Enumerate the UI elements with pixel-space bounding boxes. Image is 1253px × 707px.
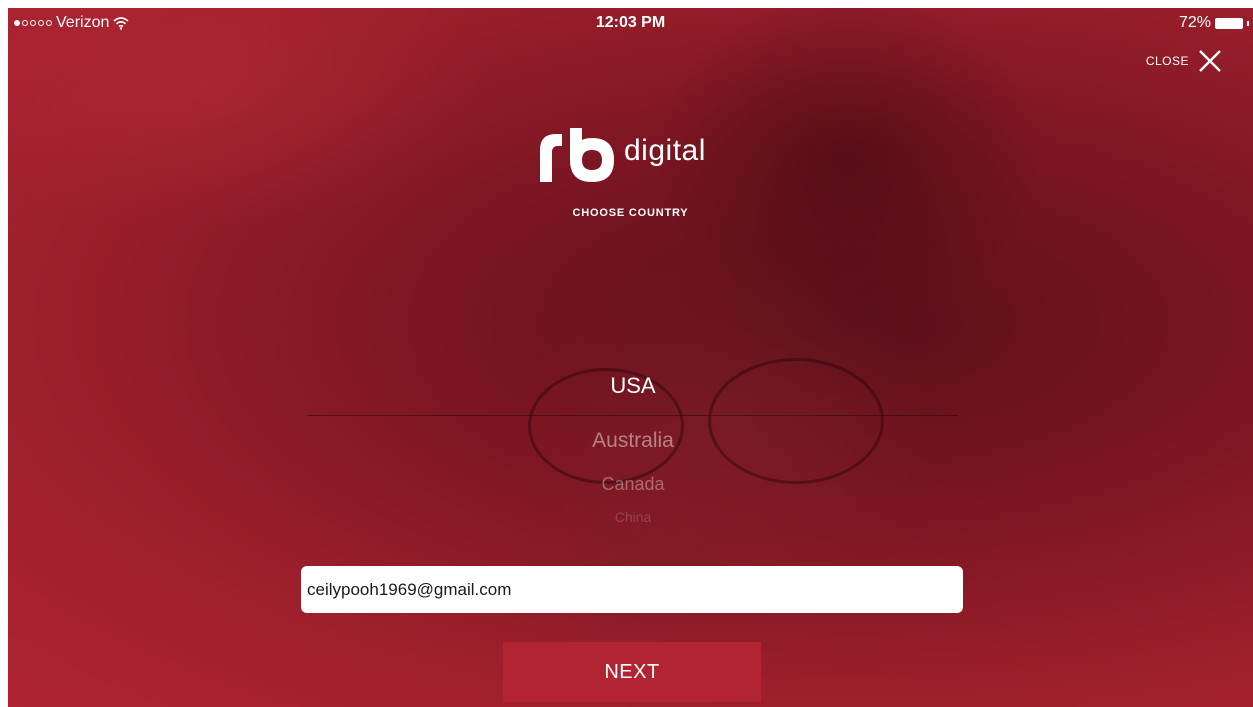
logo-text: digital xyxy=(624,134,706,167)
battery-icon xyxy=(1215,17,1243,29)
next-button[interactable]: NEXT xyxy=(503,642,761,702)
status-bar: Verizon 12:03 PM 72% xyxy=(8,8,1253,34)
battery-percent: 72% xyxy=(1178,14,1211,31)
country-picker[interactable]: USA Australia Canada China xyxy=(308,363,958,533)
email-field[interactable] xyxy=(301,566,963,613)
picker-option[interactable]: China xyxy=(308,509,958,523)
close-icon xyxy=(1199,50,1221,72)
app-screen: Verizon 12:03 PM 72% CLOSE digital CHOOS… xyxy=(8,8,1253,707)
picker-divider xyxy=(308,415,958,416)
battery-tip xyxy=(1247,20,1249,26)
picker-option[interactable]: Canada xyxy=(308,474,958,495)
status-time: 12:03 PM xyxy=(595,14,666,31)
rb-logo-mark xyxy=(540,128,614,182)
battery-indicator: 72% xyxy=(1179,14,1249,32)
close-label: CLOSE xyxy=(1145,54,1189,68)
picker-option[interactable]: Australia xyxy=(308,429,958,453)
page-title: CHOOSE COUNTRY xyxy=(572,207,689,219)
close-button[interactable]: CLOSE xyxy=(1146,48,1223,74)
picker-selected-item[interactable]: USA xyxy=(308,373,958,399)
rbdigital-logo: digital xyxy=(536,126,756,186)
